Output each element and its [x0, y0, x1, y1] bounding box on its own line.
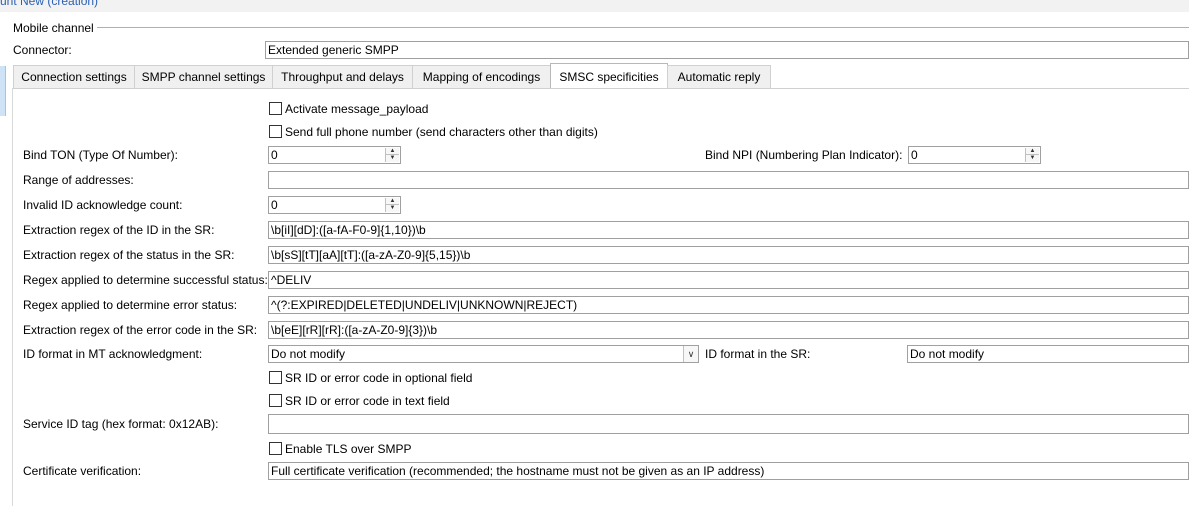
service-id-field[interactable] [268, 414, 1189, 434]
page-title[interactable]: unt New (creation) [0, 0, 98, 8]
id-format-mt-value: Do not modify [271, 347, 346, 361]
invalid-id-label: Invalid ID acknowledge count: [23, 198, 183, 212]
bind-npi-value: 0 [911, 148, 918, 162]
regex-success-label: Regex applied to determine successful st… [23, 273, 268, 287]
left-selection-strip [0, 66, 6, 116]
chevron-down-icon[interactable]: ∨ [683, 346, 698, 362]
id-format-mt-select[interactable]: Do not modify ∨ [268, 345, 699, 363]
tab-throughput-and-delays[interactable]: Throughput and delays [272, 65, 413, 88]
send-full-number-checkbox[interactable] [269, 125, 282, 138]
range-field[interactable] [268, 171, 1189, 189]
sr-optional-checkbox[interactable] [269, 371, 282, 384]
range-label: Range of addresses: [23, 173, 134, 187]
group-label: Mobile channel [13, 21, 94, 35]
enable-tls-label: Enable TLS over SMPP [285, 442, 412, 456]
bind-ton-value: 0 [271, 148, 278, 162]
spin-down-icon[interactable]: ▼ [1026, 155, 1039, 162]
spin-up-icon[interactable]: ▲ [386, 198, 399, 205]
enable-tls-checkbox[interactable] [269, 442, 282, 455]
tab-divider [13, 88, 1189, 89]
invalid-id-value: 0 [271, 198, 278, 212]
sr-optional-label: SR ID or error code in optional field [285, 371, 473, 385]
tab-smsc-specificities[interactable]: SMSC specificities [550, 63, 668, 89]
spin-up-icon[interactable]: ▲ [1026, 148, 1039, 155]
regex-id-label: Extraction regex of the ID in the SR: [23, 223, 215, 237]
send-full-number-label: Send full phone number (send characters … [285, 125, 598, 139]
activate-payload-checkbox[interactable] [269, 102, 282, 115]
regex-status-field[interactable]: \b[sS][tT][aA][tT]:([a-zA-Z0-9]{5,15})\b [268, 246, 1189, 264]
activate-payload-label: Activate message_payload [285, 102, 429, 116]
invalid-id-field[interactable]: 0 ▲ ▼ [268, 196, 401, 214]
id-format-mt-label: ID format in MT acknowledgment: [23, 347, 203, 361]
regex-errcode-field[interactable]: \b[eE][rR][rR]:([a-zA-Z0-9]{3})\b [268, 321, 1189, 339]
tab-automatic-reply[interactable]: Automatic reply [667, 65, 771, 88]
sr-text-label: SR ID or error code in text field [285, 394, 450, 408]
connector-label: Connector: [13, 43, 72, 57]
service-id-label: Service ID tag (hex format: 0x12AB): [23, 417, 219, 431]
connector-field[interactable]: Extended generic SMPP [265, 41, 1189, 59]
id-format-sr-label: ID format in the SR: [705, 347, 811, 361]
spin-down-icon[interactable]: ▼ [386, 155, 399, 162]
left-divider [12, 88, 13, 506]
tab-connection-settings[interactable]: Connection settings [13, 65, 135, 88]
sr-text-checkbox[interactable] [269, 394, 282, 407]
regex-error-label: Regex applied to determine error status: [23, 298, 238, 312]
group-divider [97, 27, 1189, 28]
regex-errcode-label: Extraction regex of the error code in th… [23, 323, 258, 337]
regex-status-label: Extraction regex of the status in the SR… [23, 248, 235, 262]
bind-ton-spinner[interactable]: ▲ ▼ [385, 148, 399, 162]
regex-error-field[interactable]: ^(?:EXPIRED|DELETED|UNDELIV|UNKNOWN|REJE… [268, 296, 1189, 314]
invalid-id-spinner[interactable]: ▲ ▼ [385, 198, 399, 212]
id-format-sr-field[interactable]: Do not modify [907, 345, 1189, 363]
tab-mapping-of-encodings[interactable]: Mapping of encodings [412, 65, 551, 88]
spin-down-icon[interactable]: ▼ [386, 205, 399, 212]
bind-npi-label: Bind NPI (Numbering Plan Indicator): [705, 148, 903, 162]
bind-npi-spinner[interactable]: ▲ ▼ [1025, 148, 1039, 162]
bind-ton-field[interactable]: 0 ▲ ▼ [268, 146, 401, 164]
bind-npi-field[interactable]: 0 ▲ ▼ [908, 146, 1041, 164]
regex-id-field[interactable]: \b[iI][dD]:([a-fA-F0-9]{1,10})\b [268, 221, 1189, 239]
cert-label: Certificate verification: [23, 464, 142, 478]
spin-up-icon[interactable]: ▲ [386, 148, 399, 155]
cert-field[interactable]: Full certificate verification (recommend… [268, 462, 1189, 480]
bind-ton-label: Bind TON (Type Of Number): [23, 148, 178, 162]
regex-success-field[interactable]: ^DELIV [268, 271, 1189, 289]
title-bar [0, 0, 1189, 12]
tab-smpp-channel-settings[interactable]: SMPP channel settings [134, 65, 273, 88]
